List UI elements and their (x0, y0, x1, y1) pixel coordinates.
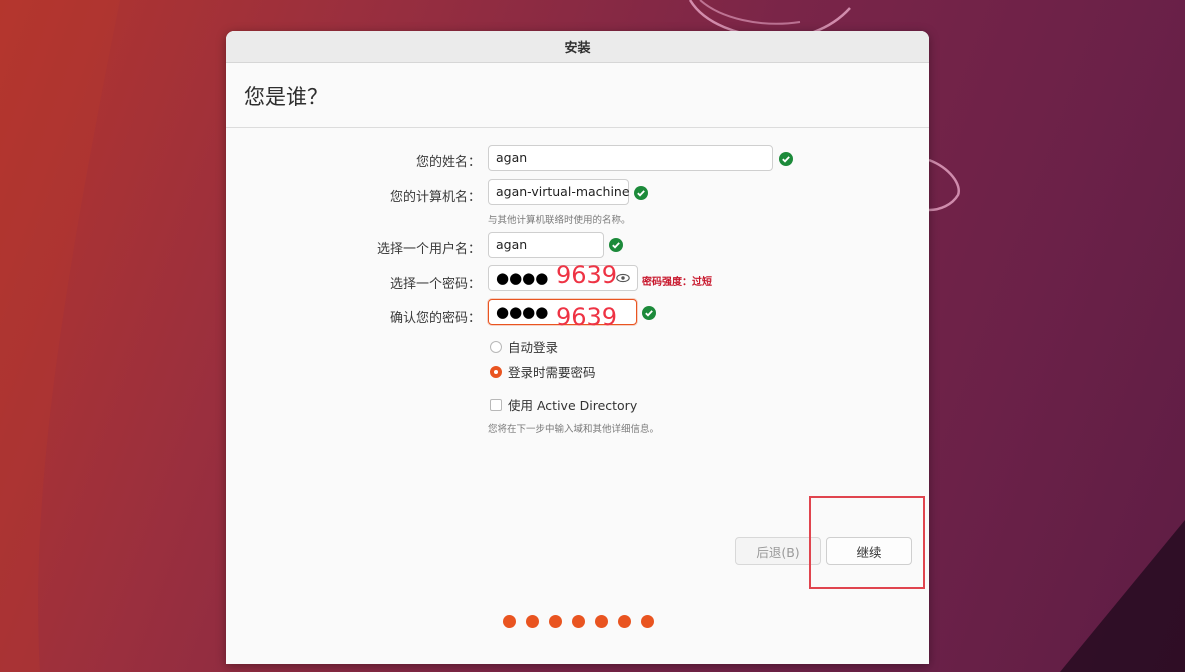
radio-button-selected[interactable] (490, 365, 502, 378)
name-input[interactable]: agan (488, 145, 773, 171)
auto-login-label: 自动登录 (508, 340, 559, 355)
window-titlebar: 安装 (226, 31, 929, 63)
back-button-label: 后退(B) (756, 544, 800, 560)
progress-dot (618, 615, 631, 628)
progress-dot (641, 615, 654, 628)
require-password-option[interactable]: 登录时需要密码 (490, 362, 596, 381)
progress-dot (503, 615, 516, 628)
username-input[interactable]: agan (488, 232, 604, 258)
active-directory-option[interactable]: 使用 Active Directory (490, 395, 637, 414)
require-password-label: 登录时需要密码 (508, 365, 596, 380)
computer-name-value: agan-virtual-machine (496, 184, 630, 199)
confirm-annotation: 9639 (556, 303, 618, 331)
active-directory-label: 使用 Active Directory (508, 398, 638, 413)
radio-button[interactable] (490, 340, 502, 353)
progress-dot (595, 615, 608, 628)
computer-name-input[interactable]: agan-virtual-machine (488, 179, 630, 205)
check-circle-icon (609, 238, 623, 252)
checkbox[interactable] (490, 398, 502, 411)
password-mask: ●●●● (496, 269, 549, 287)
eye-icon[interactable] (616, 271, 630, 285)
progress-dot (549, 615, 562, 628)
name-value: agan (496, 150, 528, 165)
computer-name-label: 您的计算机名： (389, 190, 481, 205)
header-divider (226, 127, 929, 128)
password-strength: 密码强度：过短 (642, 277, 712, 288)
confirm-password-label: 确认您的密码： (389, 311, 481, 326)
check-circle-icon (779, 152, 793, 166)
progress-dot (572, 615, 585, 628)
page-title: 您是谁？ (244, 85, 328, 109)
computer-name-hint: 与其他计算机联络时使用的名称。 (488, 215, 631, 226)
check-circle-icon (634, 186, 648, 200)
check-circle-icon (642, 306, 656, 320)
step-progress (503, 615, 654, 628)
progress-dot (526, 615, 539, 628)
auto-login-option[interactable]: 自动登录 (490, 337, 558, 356)
username-label: 选择一个用户名： (376, 242, 481, 257)
password-label: 选择一个密码： (389, 277, 481, 292)
confirm-password-mask: ●●●● (496, 303, 549, 321)
window-title: 安装 (564, 41, 591, 56)
active-directory-hint: 您将在下一步中输入域和其他详细信息。 (488, 424, 660, 435)
name-label: 您的姓名： (415, 155, 481, 170)
continue-highlight-annotation (809, 496, 925, 589)
password-annotation: 9639 (556, 261, 618, 289)
username-value: agan (496, 237, 528, 252)
